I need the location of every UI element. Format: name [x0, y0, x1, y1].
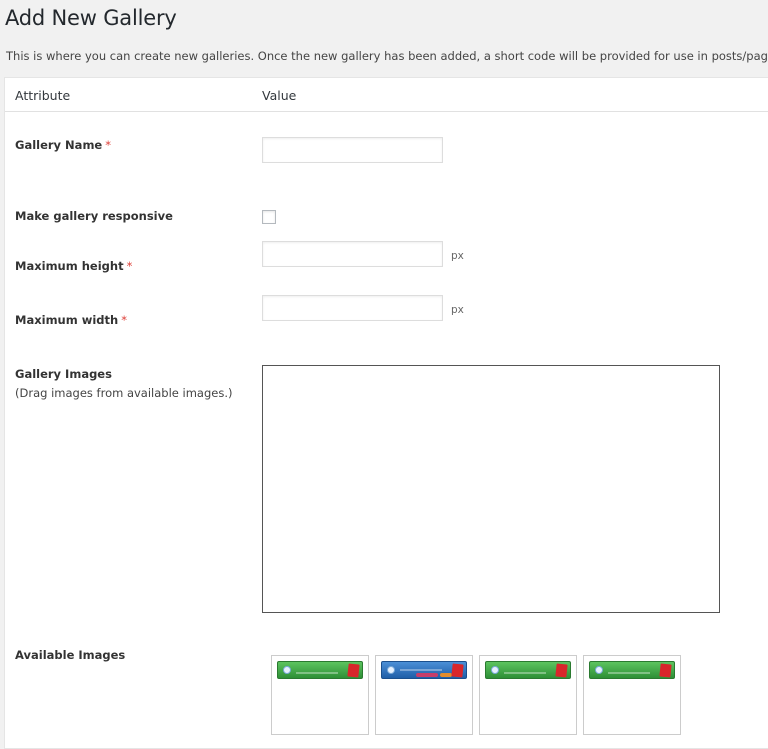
banner-text-line — [400, 669, 442, 671]
required-marker: * — [121, 313, 127, 327]
gallery-images-label: Gallery Images — [15, 367, 112, 381]
required-marker: * — [126, 259, 133, 273]
banner-text-line — [504, 672, 546, 674]
xyz-classifieds-banner-image — [277, 661, 363, 679]
banner-logo-icon — [595, 666, 603, 674]
xyz-classifieds-banner-image — [485, 661, 571, 679]
max-width-label-text: Maximum width — [15, 313, 119, 327]
banner-text-line — [296, 672, 338, 674]
max-height-unit: px — [451, 250, 464, 262]
responsive-label: Make gallery responsive — [15, 209, 173, 223]
max-height-label: Maximum height * — [15, 259, 132, 273]
banner-badge-icon — [451, 663, 464, 678]
column-header-value: Value — [262, 88, 297, 103]
banner-button-shape — [416, 673, 438, 677]
xyz-email-manager-banner-image — [381, 661, 467, 679]
gallery-images-hint: (Drag images from available images.) — [15, 386, 233, 400]
column-header-attribute: Attribute — [15, 88, 71, 103]
banner-text-line — [608, 672, 650, 674]
xyz-classifieds-banner-image — [589, 661, 675, 679]
available-image-1[interactable] — [271, 655, 369, 735]
banner-badge-icon — [347, 663, 360, 678]
available-image-2[interactable] — [375, 655, 473, 735]
gallery-form-panel: Attribute Value Gallery Name * Make galle… — [4, 77, 768, 749]
page-title: Add New Gallery — [5, 6, 177, 30]
page-description: This is where you can create new galleri… — [6, 49, 768, 63]
required-marker: * — [105, 138, 111, 152]
banner-button-shape — [440, 673, 452, 677]
max-height-input[interactable] — [262, 241, 443, 267]
available-image-4[interactable] — [583, 655, 681, 735]
gallery-name-label: Gallery Name * — [15, 138, 111, 152]
available-images-label: Available Images — [15, 648, 126, 662]
max-height-label-text: Maximum height — [15, 259, 124, 273]
banner-logo-icon — [491, 666, 499, 674]
max-width-label: Maximum width * — [15, 313, 127, 327]
table-header: Attribute Value — [5, 78, 768, 112]
gallery-name-label-text: Gallery Name — [15, 138, 103, 152]
banner-badge-icon — [659, 663, 672, 678]
gallery-images-dropzone[interactable] — [262, 365, 720, 613]
responsive-label-text: Make gallery responsive — [15, 209, 173, 223]
banner-logo-icon — [387, 666, 395, 674]
available-image-3[interactable] — [479, 655, 577, 735]
max-width-input[interactable] — [262, 295, 443, 321]
max-width-unit: px — [451, 304, 464, 316]
banner-logo-icon — [283, 666, 291, 674]
responsive-checkbox[interactable] — [262, 210, 276, 224]
gallery-name-input[interactable] — [262, 137, 443, 163]
banner-badge-icon — [555, 663, 568, 678]
